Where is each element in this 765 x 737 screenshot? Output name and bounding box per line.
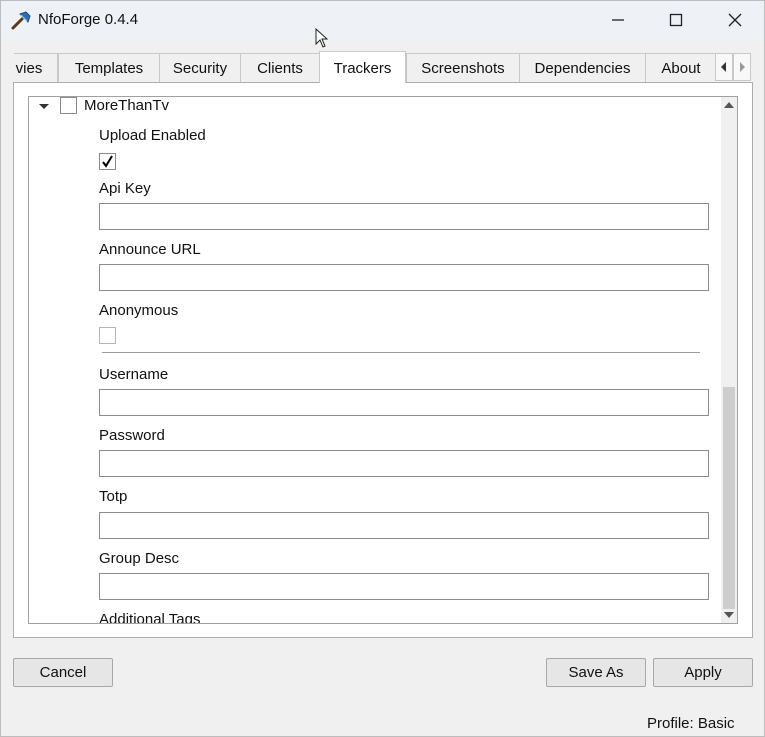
tab-templates[interactable]: Templates <box>58 53 160 83</box>
scrollbar-thumb[interactable] <box>723 387 735 609</box>
hammer-icon <box>11 11 31 30</box>
tracker-name: MoreThanTv <box>84 97 170 114</box>
chevron-left-icon <box>721 62 726 72</box>
save-as-button[interactable]: Save As <box>546 658 646 687</box>
scroll-down-button[interactable] <box>721 607 737 623</box>
profile-status: Profile: Basic <box>647 715 735 732</box>
upload-enabled-label: Upload Enabled <box>99 127 206 144</box>
tab-movies[interactable]: vies <box>14 53 58 83</box>
anonymous-label: Anonymous <box>99 302 179 319</box>
tab-dependencies[interactable]: Dependencies <box>519 53 646 83</box>
minimize-button[interactable] <box>589 1 647 39</box>
tab-about[interactable]: About <box>645 53 716 83</box>
title-bar[interactable]: NfoForge 0.4.4 <box>1 1 764 39</box>
announce-url-label: Announce URL <box>99 241 201 258</box>
tab-security[interactable]: Security <box>159 53 241 83</box>
tab-trackers[interactable]: Trackers <box>319 51 406 83</box>
arrow-down-icon <box>724 612 734 618</box>
additional-tags-label: Additional Tags <box>99 611 201 624</box>
section-divider <box>102 352 700 353</box>
api-key-label: Api Key <box>99 180 151 197</box>
group-desc-label: Group Desc <box>99 550 180 567</box>
api-key-input[interactable] <box>99 203 709 230</box>
scroll-up-button[interactable] <box>721 97 737 113</box>
close-button[interactable] <box>706 1 764 39</box>
app-window: NfoForge 0.4.4 vies Templates Security C… <box>0 0 765 737</box>
maximize-button[interactable] <box>647 1 705 39</box>
mouse-cursor-icon <box>315 28 329 48</box>
window-title: NfoForge 0.4.4 <box>38 11 139 28</box>
cancel-button[interactable]: Cancel <box>13 658 113 687</box>
tab-screenshots[interactable]: Screenshots <box>406 53 520 83</box>
tab-scroll-left-button[interactable] <box>715 53 733 81</box>
password-input[interactable] <box>99 450 709 477</box>
tab-clients[interactable]: Clients <box>240 53 320 83</box>
apply-button[interactable]: Apply <box>653 658 753 687</box>
tracker-tree: MoreThanTv Upload Enabled Api Key Announ… <box>28 96 738 624</box>
maximize-icon <box>669 13 683 27</box>
arrow-up-icon <box>724 102 734 108</box>
tab-bar: vies Templates Security Clients Trackers… <box>14 51 716 83</box>
group-desc-input[interactable] <box>99 573 709 600</box>
tracker-enable-checkbox[interactable] <box>60 97 77 114</box>
username-label: Username <box>99 366 169 383</box>
close-icon <box>728 13 742 27</box>
totp-label: Totp <box>99 488 128 505</box>
checkmark-icon <box>102 155 113 168</box>
trackers-panel: MoreThanTv Upload Enabled Api Key Announ… <box>13 82 753 638</box>
totp-input[interactable] <box>99 512 709 539</box>
chevron-right-icon <box>740 62 745 72</box>
username-input[interactable] <box>99 389 709 416</box>
password-label: Password <box>99 427 165 444</box>
minimize-icon <box>612 19 624 21</box>
expand-arrow-icon[interactable] <box>39 102 49 112</box>
upload-enabled-checkbox[interactable] <box>99 153 116 170</box>
announce-url-input[interactable] <box>99 264 709 291</box>
anonymous-checkbox[interactable] <box>99 327 116 344</box>
vertical-scrollbar[interactable] <box>721 97 737 623</box>
tab-scroll-right-button[interactable] <box>733 53 751 81</box>
